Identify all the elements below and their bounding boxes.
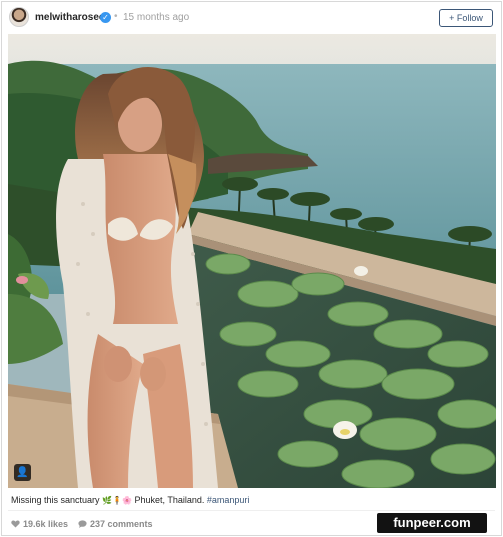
likes-count[interactable]: 19.6k likes: [11, 519, 68, 529]
comments-count[interactable]: 237 comments: [78, 519, 153, 529]
site-watermark: funpeer.com: [377, 513, 487, 533]
header-separator: •: [114, 11, 118, 22]
caption-text: Missing this sanctuary: [11, 495, 100, 505]
likes-label: 19.6k likes: [23, 519, 69, 529]
verified-badge-icon: ✓: [100, 12, 111, 23]
photo-illustration: [8, 34, 496, 488]
user-avatar[interactable]: [9, 7, 29, 27]
instagram-post-card: melwitharosee ✓ • 15 months ago + Follow: [1, 1, 502, 536]
caption-hashtag-link[interactable]: #amanpuri: [207, 495, 250, 505]
heart-icon: [11, 520, 20, 528]
caption-emoji: 🌿🧍🌸: [102, 496, 132, 505]
post-photo[interactable]: 👤: [8, 34, 496, 488]
comment-icon: [78, 520, 87, 528]
caption-divider: [8, 510, 495, 511]
post-caption: Missing this sanctuary 🌿🧍🌸 Phuket, Thail…: [11, 495, 249, 505]
post-header: melwitharosee ✓ • 15 months ago + Follow: [2, 2, 501, 34]
user-tag-icon[interactable]: 👤: [14, 464, 31, 481]
username-link[interactable]: melwitharosee: [35, 12, 104, 23]
follow-button[interactable]: + Follow: [439, 9, 493, 27]
caption-location: Phuket, Thailand.: [134, 495, 205, 505]
comments-label: 237 comments: [90, 519, 153, 529]
post-time-ago: 15 months ago: [123, 12, 190, 23]
